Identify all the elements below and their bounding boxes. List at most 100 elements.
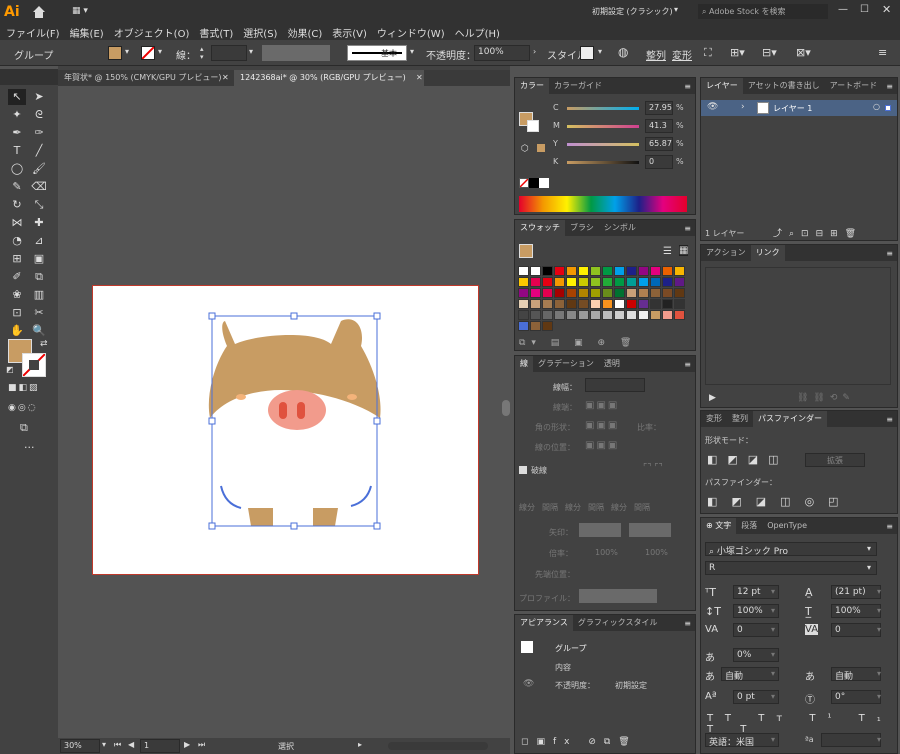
tab-actions[interactable]: アクション: [701, 245, 751, 261]
gradient-tool-icon[interactable]: ▣: [30, 251, 48, 267]
direct-selection-tool-icon[interactable]: ➤: [30, 89, 48, 105]
swatch-cell[interactable]: [638, 266, 649, 276]
swatch-cell[interactable]: [626, 288, 637, 298]
menu-effect[interactable]: 効果(C): [287, 25, 322, 40]
horizontal-scale-input[interactable]: 100%: [831, 604, 881, 618]
swatch-cell[interactable]: [602, 288, 613, 298]
brush-chevron-icon[interactable]: ▾: [410, 47, 414, 56]
leading-chevron-icon[interactable]: ▾: [877, 587, 881, 596]
color-spectrum[interactable]: [519, 196, 687, 212]
horizontal-scale-chevron-icon[interactable]: ▾: [877, 606, 881, 615]
font-family-chevron-icon[interactable]: ▾: [867, 544, 871, 553]
tab-graphic-styles[interactable]: グラフィックスタイル: [573, 615, 663, 631]
appearance-group[interactable]: グループ: [555, 643, 587, 654]
tsume-chevron-icon[interactable]: ▾: [771, 650, 775, 659]
layer-expand-icon[interactable]: ›: [741, 102, 745, 112]
tab-layers[interactable]: レイヤー: [701, 78, 743, 94]
magic-wand-icon[interactable]: ✦: [8, 107, 26, 123]
tab-transform[interactable]: 変形: [701, 411, 727, 427]
shape-builder-icon[interactable]: ◔: [8, 233, 26, 249]
leading-input[interactable]: (21 pt): [831, 585, 881, 599]
aki-right-chevron-icon[interactable]: ▾: [877, 669, 881, 678]
blend-tool-icon[interactable]: ⧉: [30, 269, 48, 285]
opacity-input[interactable]: 100%: [474, 45, 530, 61]
brush-definition[interactable]: [347, 45, 407, 61]
zoom-tool-icon[interactable]: 🔍: [30, 323, 48, 339]
white-swatch[interactable]: [539, 178, 549, 188]
tab-close-icon[interactable]: ✕: [222, 73, 229, 82]
panel-menu-icon[interactable]: ≡: [878, 46, 887, 59]
none-swatch[interactable]: [519, 178, 529, 188]
grid-view-icon[interactable]: ▦: [679, 245, 689, 256]
fill-swatch[interactable]: [108, 46, 122, 60]
panel-menu-icon[interactable]: ≡: [684, 619, 695, 628]
next-artboard-icon[interactable]: ▶: [184, 740, 190, 749]
channel-c-input[interactable]: 27.95: [645, 101, 673, 115]
profile-select[interactable]: [579, 589, 657, 603]
swatch-cell[interactable]: [674, 310, 685, 320]
tab-transparency[interactable]: 透明: [599, 356, 625, 372]
swatch-cell[interactable]: [662, 299, 673, 309]
vertical-scale-chevron-icon[interactable]: ▾: [771, 606, 775, 615]
swatch-cell[interactable]: [518, 310, 529, 320]
tracking-chevron-icon[interactable]: ▾: [877, 625, 881, 634]
menu-window[interactable]: ウィンドウ(W): [377, 25, 445, 40]
swatch-cell[interactable]: [518, 288, 529, 298]
tab-appearance[interactable]: アピアランス: [515, 615, 573, 631]
kerning-chevron-icon[interactable]: ▾: [771, 625, 775, 634]
none-black-white-swatches[interactable]: [519, 178, 549, 188]
swatch-current-fill[interactable]: [519, 244, 533, 258]
swatch-cell[interactable]: [554, 288, 565, 298]
panel-menu-icon[interactable]: ≡: [886, 522, 897, 531]
rectangle-tool-icon[interactable]: ◯: [8, 161, 26, 177]
appearance-opacity-label[interactable]: 不透明度：: [555, 680, 595, 691]
panel-menu-icon[interactable]: ≡: [886, 249, 897, 258]
tab-opentype[interactable]: OpenType: [762, 518, 812, 534]
tab-color-guide[interactable]: カラーガイド: [549, 78, 607, 94]
align-stroke-buttons[interactable]: ▣▣▣: [585, 440, 619, 451]
swatch-cell[interactable]: [650, 288, 661, 298]
aki-right-select[interactable]: 自動: [831, 667, 881, 681]
swatch-cell[interactable]: [626, 310, 637, 320]
scale-end-value[interactable]: 100%: [645, 548, 668, 557]
swatch-cell[interactable]: [578, 277, 589, 287]
swatch-footer-icons[interactable]: ⧉▾ ▤ ▣ ⊕ 🗑: [519, 338, 637, 348]
tab-paragraph[interactable]: 段落: [736, 518, 762, 534]
swatch-cell[interactable]: [590, 266, 601, 276]
puppet-warp-icon[interactable]: ✚: [30, 215, 48, 231]
swatch-cell[interactable]: [554, 310, 565, 320]
symbol-sprayer-icon[interactable]: ❀: [8, 287, 26, 303]
tab-stroke[interactable]: 線: [515, 356, 533, 372]
tab-align[interactable]: 整列: [727, 411, 753, 427]
tab-asset-export[interactable]: アセットの書き出し: [743, 78, 825, 94]
swatch-cell[interactable]: [614, 277, 625, 287]
column-graph-icon[interactable]: ▥: [30, 287, 48, 303]
eraser-icon[interactable]: ⌫: [30, 179, 48, 195]
tab-symbols[interactable]: シンボル: [599, 220, 641, 236]
font-style-chevron-icon[interactable]: ▾: [867, 563, 871, 572]
opacity-chevron-icon[interactable]: ›: [533, 47, 536, 56]
font-family-select[interactable]: ⌕ 小塚ゴシック Pro: [705, 542, 877, 556]
stroke-weight-chevron-icon[interactable]: ▾: [249, 47, 253, 56]
swatch-cell[interactable]: [578, 299, 589, 309]
channel-m-slider[interactable]: [567, 125, 639, 128]
fill-chevron-icon[interactable]: ▾: [125, 47, 129, 56]
swatch-cell[interactable]: [650, 266, 661, 276]
black-swatch[interactable]: [529, 178, 539, 188]
swatch-cell[interactable]: [674, 266, 685, 276]
graphic-style-swatch[interactable]: [580, 46, 594, 60]
hand-tool-icon[interactable]: ✋: [8, 323, 26, 339]
last-artboard-icon[interactable]: ⏭: [198, 740, 205, 750]
dash-style-icons[interactable]: ⌜⌝ ⌜⌝: [643, 463, 663, 473]
links-list[interactable]: [705, 267, 891, 385]
appearance-footer-icons[interactable]: ◻▣fx ⊘⧉🗑: [521, 737, 638, 747]
swatch-cell[interactable]: [590, 299, 601, 309]
swatch-cell[interactable]: [626, 266, 637, 276]
swatch-cell[interactable]: [530, 299, 541, 309]
menu-select[interactable]: 選択(S): [243, 25, 277, 40]
prev-artboard-icon[interactable]: ◀: [128, 740, 134, 749]
line-tool-icon[interactable]: ╱: [30, 143, 48, 159]
tab-document-1[interactable]: 年賀状* @ 150% (CMYK/GPU プレビュー): [58, 70, 230, 86]
panel-menu-icon[interactable]: ≡: [886, 82, 897, 91]
char-rotation-chevron-icon[interactable]: ▾: [877, 692, 881, 701]
